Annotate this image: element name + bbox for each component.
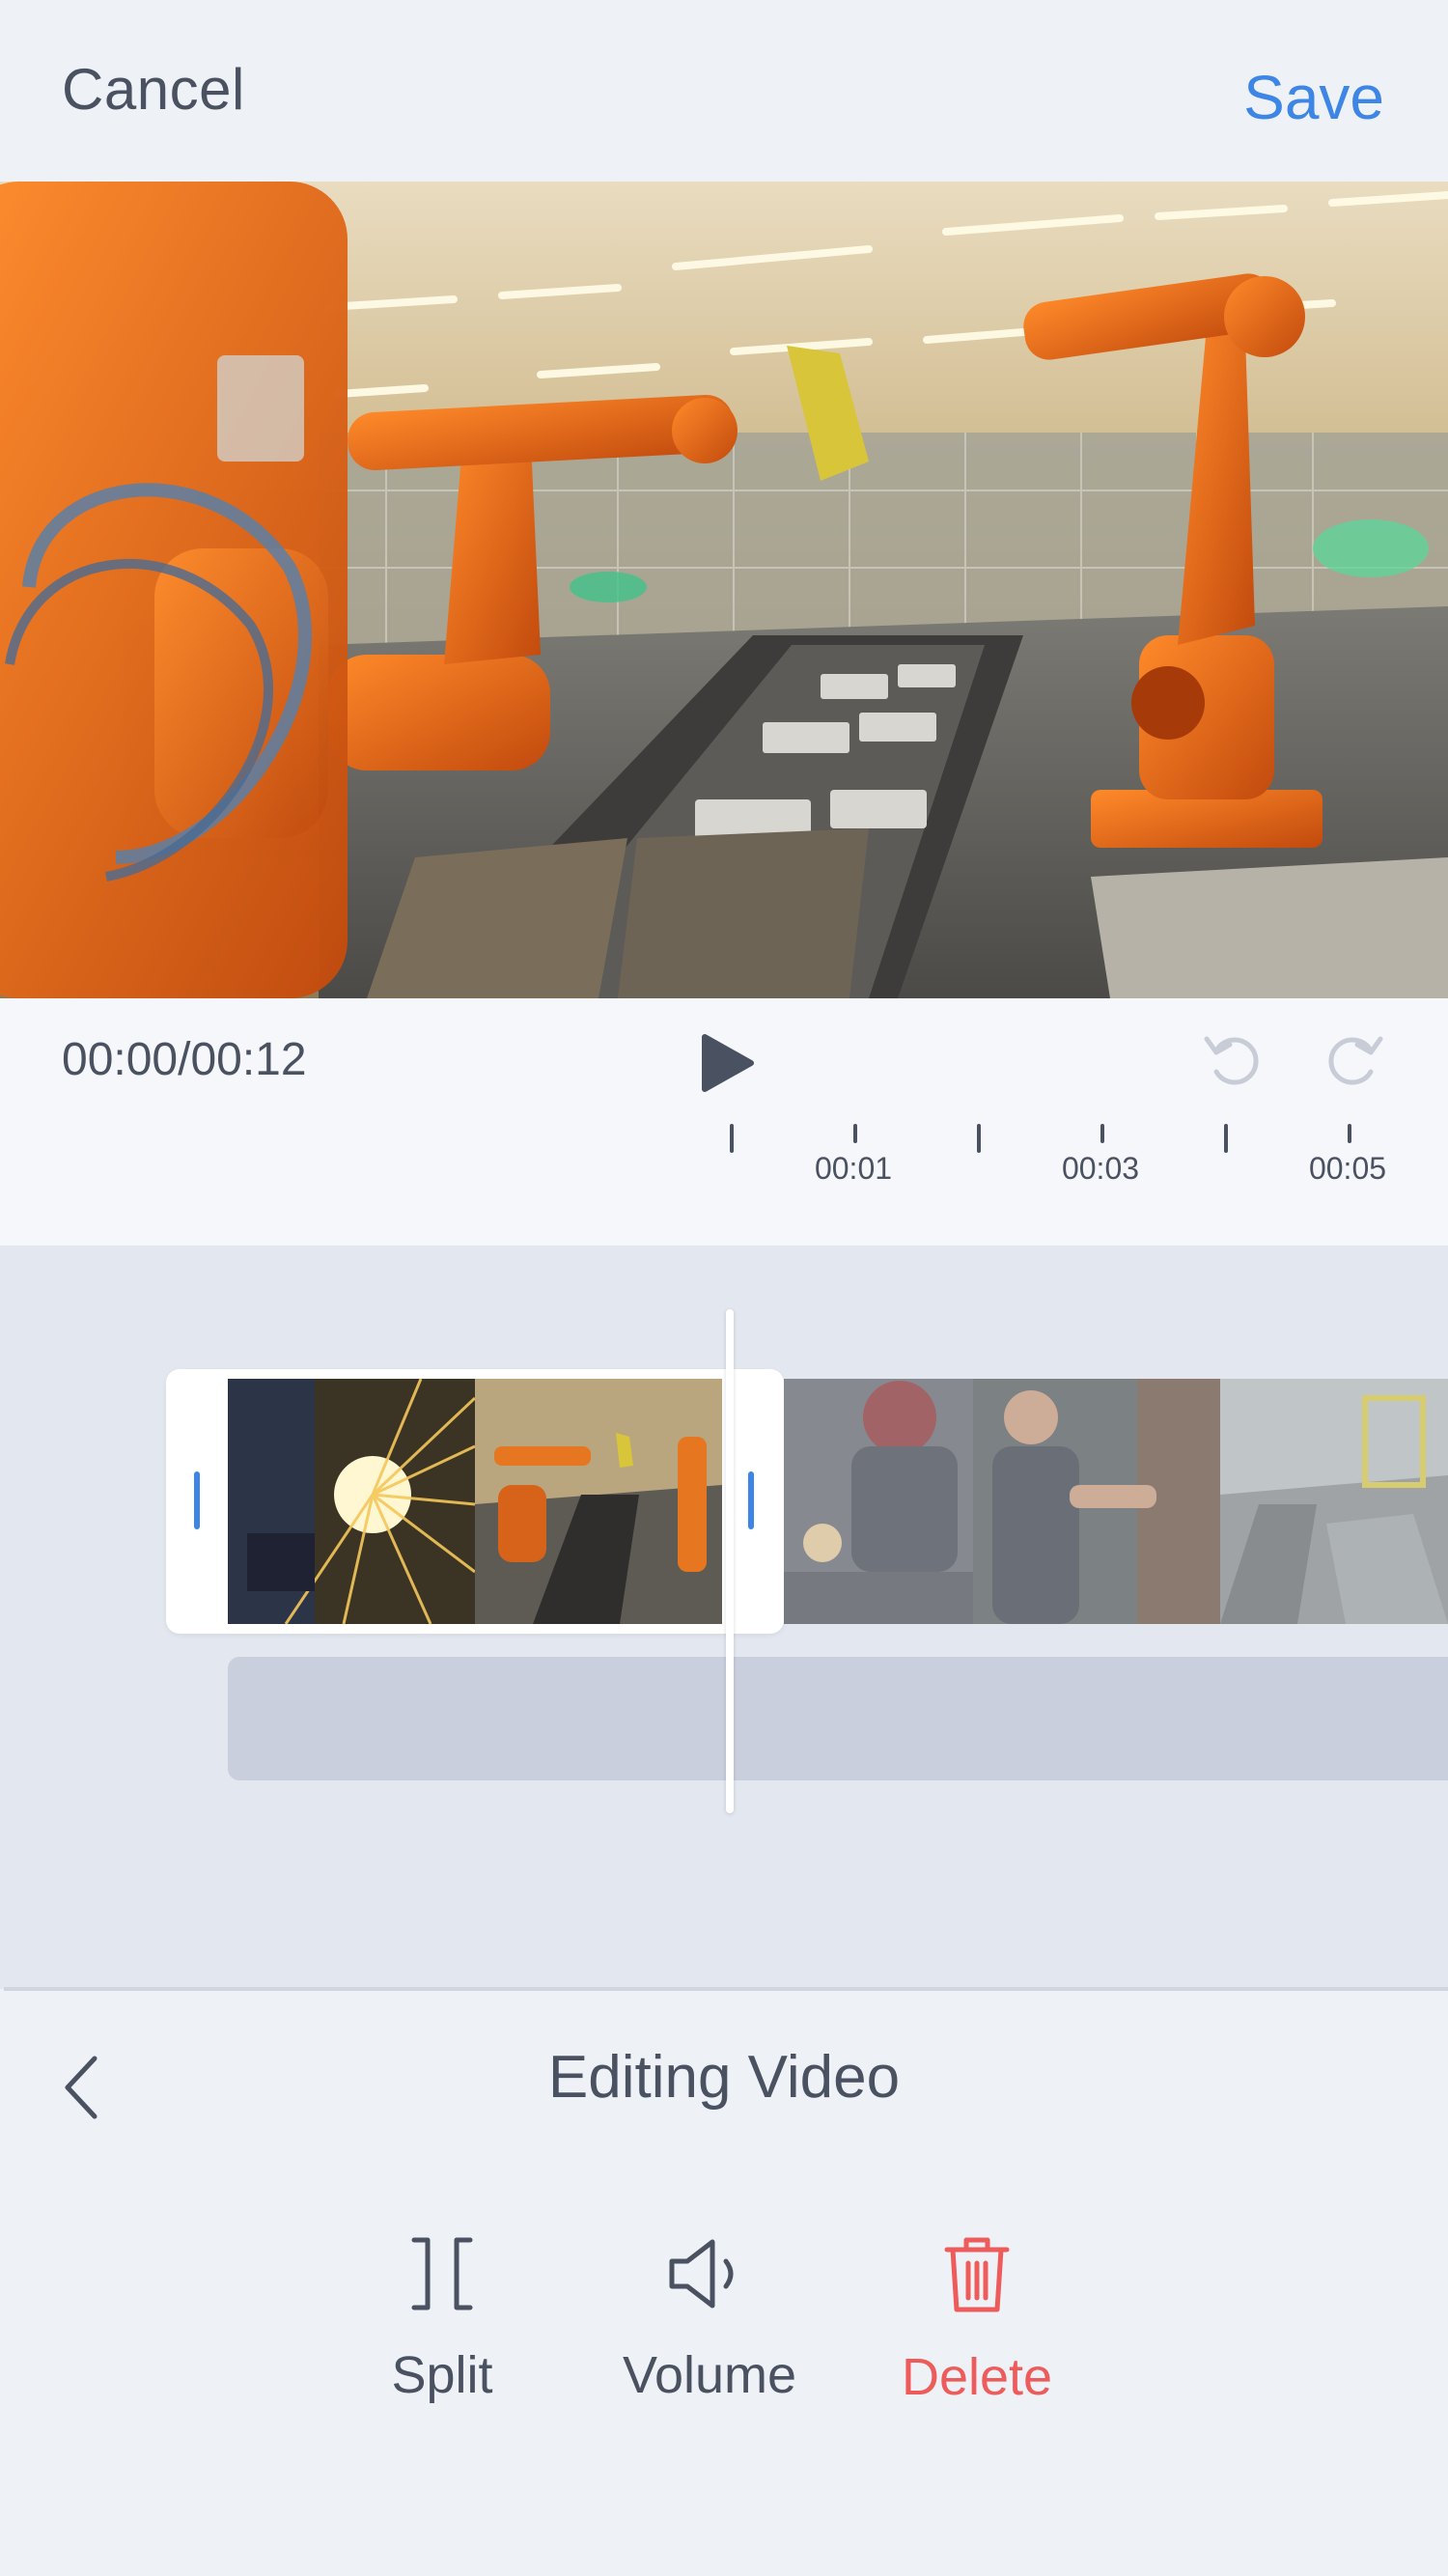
panel-title: Editing Video <box>547 2044 901 2111</box>
timecode: 00:00/00:12 <box>62 1034 307 1085</box>
redo-icon[interactable] <box>1324 1027 1384 1091</box>
ruler-tick <box>1224 1124 1228 1153</box>
save-button[interactable]: Save <box>1243 62 1384 133</box>
factory-scene-image <box>0 182 1448 998</box>
ruler-tick <box>853 1124 857 1143</box>
ruler-tick <box>1100 1124 1104 1143</box>
unselected-clips-overlay <box>784 1379 1448 1624</box>
audio-track[interactable] <box>228 1657 1448 1780</box>
volume-label: Volume <box>622 2346 797 2404</box>
undo-icon[interactable] <box>1203 1027 1263 1091</box>
ruler-label: 00:03 <box>1061 1151 1140 1186</box>
thumbnail-factory <box>475 1379 722 1624</box>
divider <box>4 1987 1448 1991</box>
volume-icon <box>608 2236 811 2316</box>
delete-button[interactable]: Delete <box>892 2236 1062 2407</box>
ruler-label: 00:01 <box>814 1151 893 1186</box>
split-icon <box>375 2236 510 2316</box>
volume-button[interactable]: Volume <box>608 2236 811 2405</box>
trim-handle-left[interactable] <box>194 1471 200 1529</box>
playhead[interactable] <box>726 1309 734 1813</box>
split-button[interactable]: Split <box>375 2236 510 2405</box>
ruler-label: 00:05 <box>1308 1151 1387 1186</box>
delete-label: Delete <box>901 2348 1053 2406</box>
split-label: Split <box>391 2346 493 2404</box>
ruler-tick <box>1348 1124 1351 1143</box>
trash-icon <box>892 2236 1062 2318</box>
ruler-tick <box>730 1124 734 1153</box>
play-icon[interactable] <box>699 1033 757 1093</box>
cancel-button[interactable]: Cancel <box>62 56 245 123</box>
thumbnail-sparks <box>228 1379 475 1624</box>
video-preview[interactable] <box>0 182 1448 998</box>
ruler-tick <box>977 1124 981 1153</box>
